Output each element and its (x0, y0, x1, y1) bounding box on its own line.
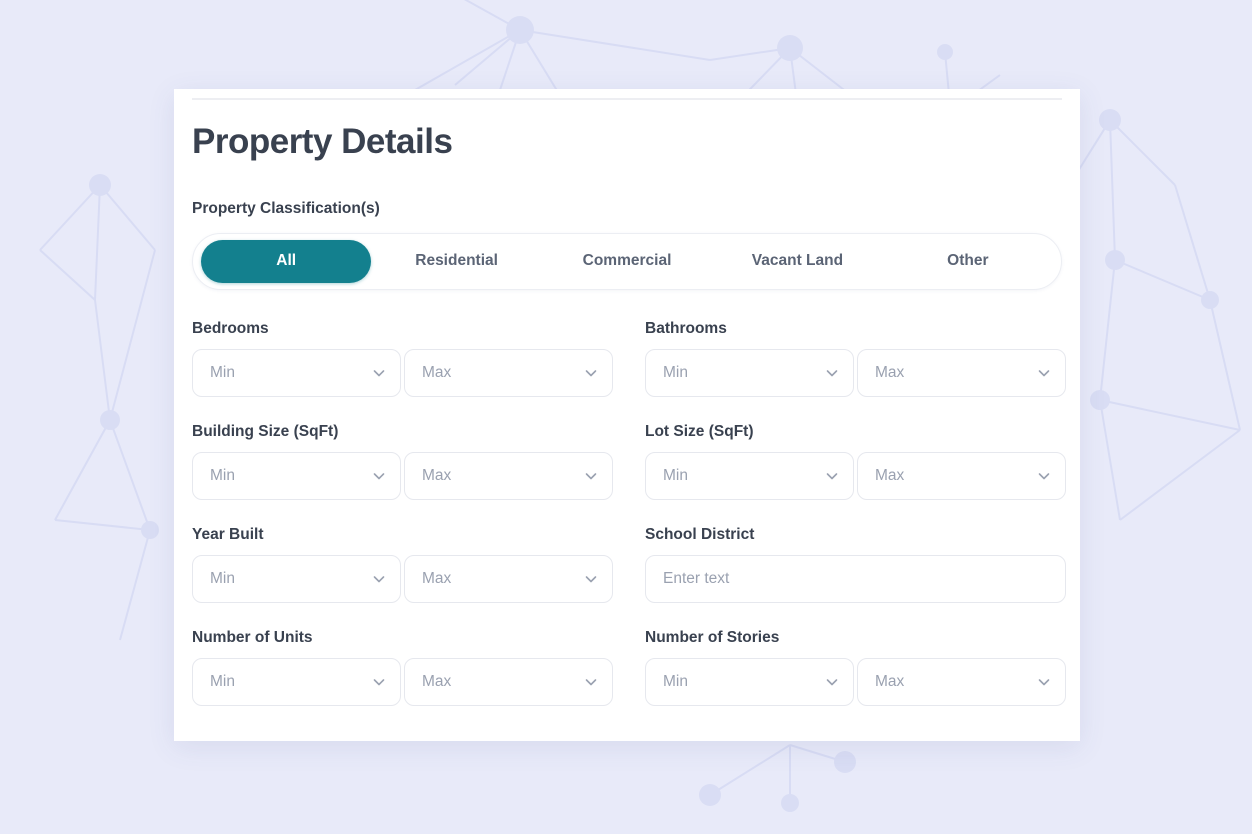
bedrooms-range-row: Min Max (192, 349, 613, 397)
field-group-school-district: School District (645, 526, 1066, 629)
chevron-down-icon (1036, 365, 1052, 381)
tab-other[interactable]: Other (883, 240, 1053, 283)
number-of-stories-min-select[interactable]: Min (645, 658, 854, 706)
field-group-bedrooms: Bedrooms Min Max (192, 320, 613, 423)
building-size-max-value: Max (422, 467, 451, 485)
chevron-down-icon (583, 571, 599, 587)
year-built-label: Year Built (192, 526, 613, 544)
number-of-units-range-row: Min Max (192, 658, 613, 706)
bedrooms-min-value: Min (210, 364, 235, 382)
chevron-down-icon (371, 674, 387, 690)
school-district-row (645, 555, 1066, 603)
field-group-building-size: Building Size (SqFt) Min Max (192, 423, 613, 526)
tab-all[interactable]: All (201, 240, 371, 283)
building-size-min-select[interactable]: Min (192, 452, 401, 500)
school-district-label: School District (645, 526, 1066, 544)
chevron-down-icon (824, 674, 840, 690)
bedrooms-label: Bedrooms (192, 320, 613, 338)
number-of-stories-range-row: Min Max (645, 658, 1066, 706)
building-size-range-row: Min Max (192, 452, 613, 500)
bathrooms-label: Bathrooms (645, 320, 1066, 338)
year-built-max-value: Max (422, 570, 451, 588)
bathrooms-range-row: Min Max (645, 349, 1066, 397)
chevron-down-icon (1036, 674, 1052, 690)
chevron-down-icon (824, 468, 840, 484)
number-of-stories-label: Number of Stories (645, 629, 1066, 647)
building-size-max-select[interactable]: Max (404, 452, 613, 500)
lot-size-min-select[interactable]: Min (645, 452, 854, 500)
number-of-units-min-select[interactable]: Min (192, 658, 401, 706)
tab-vacant-land[interactable]: Vacant Land (712, 240, 882, 283)
building-size-label: Building Size (SqFt) (192, 423, 613, 441)
property-filters-grid: Bedrooms Min Max Bathrooms Min (192, 320, 1064, 732)
chevron-down-icon (371, 571, 387, 587)
field-group-number-of-units: Number of Units Min Max (192, 629, 613, 732)
bathrooms-min-select[interactable]: Min (645, 349, 854, 397)
field-group-lot-size: Lot Size (SqFt) Min Max (645, 423, 1066, 526)
field-group-year-built: Year Built Min Max (192, 526, 613, 629)
number-of-stories-max-select[interactable]: Max (857, 658, 1066, 706)
tab-residential[interactable]: Residential (371, 240, 541, 283)
tab-commercial[interactable]: Commercial (542, 240, 712, 283)
number-of-stories-min-value: Min (663, 673, 688, 691)
year-built-max-select[interactable]: Max (404, 555, 613, 603)
lot-size-min-value: Min (663, 467, 688, 485)
chevron-down-icon (1036, 468, 1052, 484)
bedrooms-min-select[interactable]: Min (192, 349, 401, 397)
building-size-min-value: Min (210, 467, 235, 485)
bathrooms-max-value: Max (875, 364, 904, 382)
lot-size-range-row: Min Max (645, 452, 1066, 500)
field-group-bathrooms: Bathrooms Min Max (645, 320, 1066, 423)
number-of-units-min-value: Min (210, 673, 235, 691)
chevron-down-icon (583, 468, 599, 484)
chevron-down-icon (583, 674, 599, 690)
property-classification-label: Property Classification(s) (192, 200, 1064, 218)
lot-size-max-value: Max (875, 467, 904, 485)
year-built-range-row: Min Max (192, 555, 613, 603)
page-title: Property Details (192, 123, 1064, 162)
number-of-units-label: Number of Units (192, 629, 613, 647)
bathrooms-max-select[interactable]: Max (857, 349, 1066, 397)
field-group-number-of-stories: Number of Stories Min Max (645, 629, 1066, 732)
chevron-down-icon (371, 365, 387, 381)
year-built-min-select[interactable]: Min (192, 555, 401, 603)
bedrooms-max-value: Max (422, 364, 451, 382)
lot-size-max-select[interactable]: Max (857, 452, 1066, 500)
number-of-units-max-value: Max (422, 673, 451, 691)
card-top-divider (192, 98, 1062, 100)
bedrooms-max-select[interactable]: Max (404, 349, 613, 397)
school-district-input[interactable] (645, 555, 1066, 603)
chevron-down-icon (583, 365, 599, 381)
year-built-min-value: Min (210, 570, 235, 588)
chevron-down-icon (824, 365, 840, 381)
lot-size-label: Lot Size (SqFt) (645, 423, 1066, 441)
number-of-stories-max-value: Max (875, 673, 904, 691)
bathrooms-min-value: Min (663, 364, 688, 382)
number-of-units-max-select[interactable]: Max (404, 658, 613, 706)
chevron-down-icon (371, 468, 387, 484)
property-classification-tabs: All Residential Commercial Vacant Land O… (192, 233, 1062, 290)
property-details-card: Property Details Property Classification… (174, 89, 1080, 741)
